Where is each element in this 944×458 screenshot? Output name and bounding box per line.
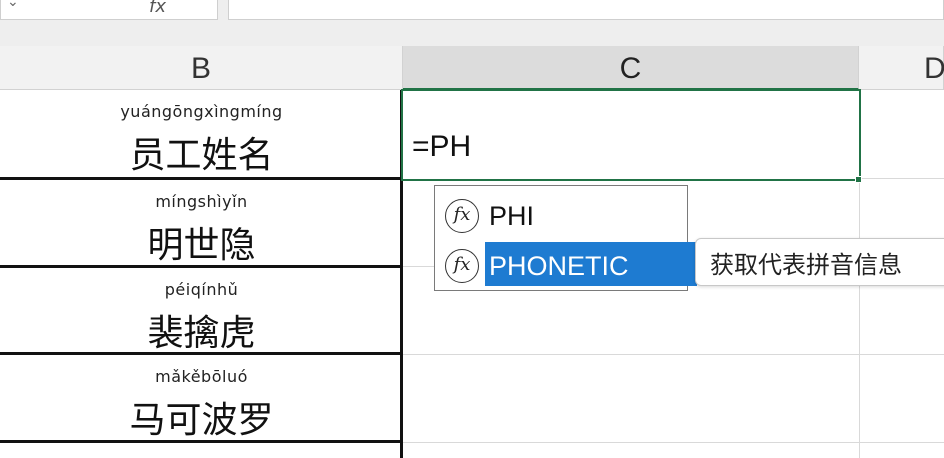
function-fx-icon: fx: [445, 249, 479, 283]
pinyin-annotation: míngshìyǐn: [155, 192, 248, 211]
tooltip-text: 获取代表拼音信息: [710, 251, 902, 279]
cell-input-text[interactable]: =PH: [412, 130, 471, 164]
name-box[interactable]: ⌄ fx: [0, 0, 218, 20]
autocomplete-item-label: PHI: [489, 201, 535, 231]
function-autocomplete-list: fx PHI fx PHONETIC: [434, 185, 697, 291]
cell-text: 明世隐: [147, 225, 256, 266]
gridline: [403, 442, 944, 443]
function-fx-icon: fx: [445, 199, 479, 233]
pinyin-annotation: mǎkěbōluó: [155, 367, 248, 386]
column-header-c[interactable]: C: [403, 46, 859, 90]
table-row[interactable]: míngshìyǐn 明世隐: [0, 180, 403, 268]
function-tooltip: 获取代表拼音信息: [695, 238, 944, 286]
formula-input[interactable]: [228, 0, 944, 20]
autocomplete-item-phi[interactable]: fx PHI: [441, 192, 687, 236]
autocomplete-item-phonetic[interactable]: fx PHONETIC: [441, 242, 697, 286]
insert-function-icon[interactable]: fx: [149, 0, 166, 17]
name-box-arrow-icon[interactable]: ⌄: [7, 0, 19, 10]
column-header-d[interactable]: D: [859, 46, 944, 90]
column-header-b[interactable]: B: [0, 46, 403, 90]
gridline: [859, 178, 944, 179]
pinyin-annotation: yuángōngxìngmíng: [120, 102, 283, 121]
autocomplete-item-label: PHONETIC: [485, 242, 697, 286]
cell-border: [0, 440, 403, 443]
pinyin-annotation: péiqínhǔ: [164, 280, 239, 299]
gridline: [403, 354, 944, 355]
cell-text: 裴擒虎: [147, 313, 256, 354]
fill-handle[interactable]: [855, 176, 862, 183]
cell-text: 马可波罗: [129, 400, 274, 441]
formula-bar: ⌄ fx: [0, 0, 944, 46]
cell-b-name-header[interactable]: yuángōngxìngmíng 员工姓名: [0, 90, 403, 178]
table-row[interactable]: péiqínhǔ 裴擒虎: [0, 268, 403, 356]
cell-text: 员工姓名: [129, 135, 274, 176]
table-row[interactable]: mǎkěbōluó 马可波罗: [0, 355, 403, 443]
